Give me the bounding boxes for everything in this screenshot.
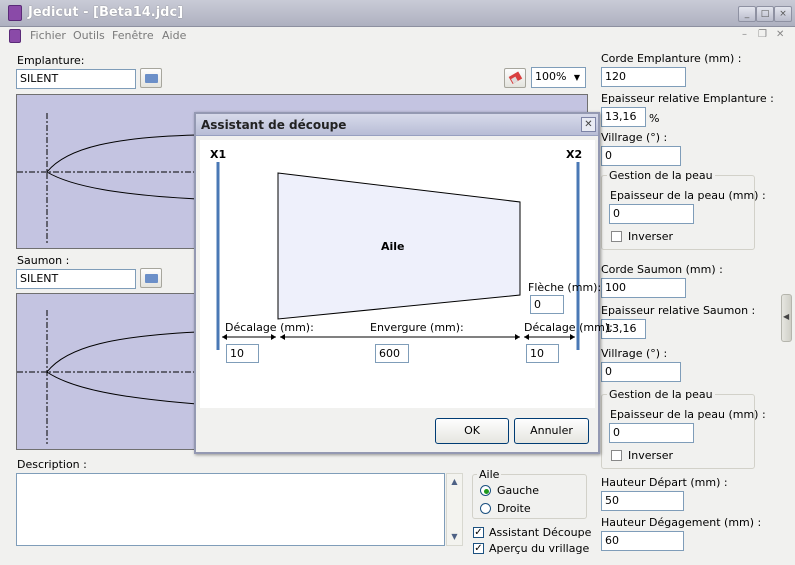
description-textarea[interactable] (16, 473, 445, 546)
inverser-emplanture-label: Inverser (628, 230, 674, 243)
dialog-titlebar: Assistant de découpe ✕ (196, 114, 598, 136)
corde-saumon-label: Corde Saumon (mm) : (601, 263, 723, 276)
peau-emplanture-field[interactable]: 0 (609, 204, 694, 224)
decalage2-label: Décalage (mm): (524, 321, 613, 334)
folder-icon (145, 74, 158, 83)
doc-icon (9, 29, 21, 43)
zoom-value: 100% (535, 70, 567, 83)
apercu-checkbox[interactable]: ✓ (473, 543, 484, 554)
envergure-label: Envergure (mm): (370, 321, 464, 334)
folder-icon (145, 274, 158, 283)
open-saumon-button[interactable] (140, 268, 162, 288)
decalage1-label: Décalage (mm): (225, 321, 314, 334)
emplanture-label: Emplanture: (17, 54, 85, 67)
assistant-checkbox[interactable]: ✓ (473, 527, 484, 538)
radio-droite[interactable] (480, 503, 491, 514)
peau-saumon-field[interactable]: 0 (609, 423, 694, 443)
eraser-icon (508, 71, 523, 84)
x2-label: X2 (566, 148, 583, 161)
chevron-down-icon[interactable]: ▼ (569, 69, 585, 86)
window-titlebar: Jedicut - [Beta14.jdc] _ □ × (0, 0, 795, 27)
hauteur-degagement-field[interactable]: 60 (601, 531, 684, 551)
fleche-label: Flèche (mm): (528, 281, 602, 294)
menu-aide[interactable]: Aide (162, 29, 186, 42)
app-icon (8, 5, 22, 21)
corde-emplanture-field[interactable]: 120 (601, 67, 686, 87)
epaisseur-emplanture-label: Epaisseur relative Emplanture : (601, 92, 774, 105)
menubar: Fichier Outils Fenêtre Aide – ❐ ✕ (0, 27, 795, 47)
dialog-title: Assistant de découpe (201, 118, 347, 132)
emplanture-profile-field[interactable]: SILENT (16, 69, 136, 89)
epaisseur-emplanture-field[interactable]: 13,16 (601, 107, 646, 127)
minimize-button[interactable]: _ (738, 6, 756, 22)
open-emplanture-button[interactable] (140, 68, 162, 88)
chevron-left-icon: ◀ (783, 312, 790, 321)
assistant-dialog: Assistant de découpe ✕ X1 X2 Aile Flèche… (194, 112, 613, 454)
corde-emplanture-label: Corde Emplanture (mm) : (601, 52, 742, 65)
hauteur-depart-label: Hauteur Départ (mm) : (601, 476, 728, 489)
menu-fenetre[interactable]: Fenêtre (112, 29, 154, 42)
dialog-canvas: X1 X2 Aile Flèche (mm): 0 Décalage (mm):… (200, 140, 613, 408)
radio-droite-label: Droite (497, 502, 531, 515)
radio-gauche[interactable] (480, 485, 491, 496)
peau-saumon-title: Gestion de la peau (607, 388, 715, 401)
saumon-profile-field[interactable]: SILENT (16, 269, 136, 289)
menu-outils[interactable]: Outils (73, 29, 105, 42)
wing-diagram (216, 162, 580, 350)
inverser-saumon-checkbox[interactable] (611, 450, 622, 461)
peau-emplanture-label: Epaisseur de la peau (mm) : (610, 189, 766, 202)
vrillage-saumon-label: Villrage (°) : (601, 347, 668, 360)
wing-label: Aile (381, 240, 405, 253)
inverser-saumon-label: Inverser (628, 449, 674, 462)
ok-button[interactable]: OK (435, 418, 509, 444)
epaisseur-saumon-label: Epaisseur relative Saumon : (601, 304, 756, 317)
maximize-button[interactable]: □ (756, 6, 774, 22)
envergure-field[interactable]: 600 (375, 344, 409, 363)
menu-fichier[interactable]: Fichier (30, 29, 66, 42)
vrillage-emplanture-field[interactable]: 0 (601, 146, 681, 166)
assistant-checkbox-label: Assistant Découpe (489, 526, 592, 539)
mdi-minimize-icon[interactable]: – (742, 29, 747, 40)
scroll-up-icon[interactable]: ▲ (447, 477, 462, 486)
mdi-close-icon[interactable]: ✕ (776, 29, 784, 40)
refresh-view-button[interactable] (504, 68, 526, 88)
aile-group-label: Aile (477, 468, 502, 481)
vrillage-emplanture-label: Villrage (°) : (601, 131, 668, 144)
window-title: Jedicut - [Beta14.jdc] (28, 5, 184, 20)
saumon-label: Saumon : (17, 254, 70, 267)
decalage1-field[interactable]: 10 (226, 344, 259, 363)
peau-saumon-label: Epaisseur de la peau (mm) : (610, 408, 766, 421)
decalage2-field[interactable]: 10 (526, 344, 559, 363)
mdi-restore-icon[interactable]: ❐ (758, 29, 767, 40)
panel-collapse-handle[interactable]: ◀ (781, 294, 792, 342)
description-scrollbar[interactable]: ▲ ▼ (446, 473, 463, 546)
hauteur-depart-field[interactable]: 50 (601, 491, 684, 511)
hauteur-degagement-label: Hauteur Dégagement (mm) : (601, 516, 762, 529)
percent-label: % (649, 112, 660, 125)
scroll-down-icon[interactable]: ▼ (447, 532, 462, 541)
peau-emplanture-title: Gestion de la peau (607, 169, 715, 182)
close-button[interactable]: × (774, 6, 792, 22)
inverser-emplanture-checkbox[interactable] (611, 231, 622, 242)
x1-label: X1 (210, 148, 227, 161)
radio-gauche-label: Gauche (497, 484, 540, 497)
apercu-checkbox-label: Aperçu du vrillage (489, 542, 590, 555)
corde-saumon-field[interactable]: 100 (601, 278, 686, 298)
dialog-close-icon[interactable]: ✕ (581, 117, 596, 132)
description-label: Description : (17, 458, 87, 471)
cancel-button[interactable]: Annuler (514, 418, 589, 444)
vrillage-saumon-field[interactable]: 0 (601, 362, 681, 382)
fleche-field[interactable]: 0 (530, 295, 564, 314)
